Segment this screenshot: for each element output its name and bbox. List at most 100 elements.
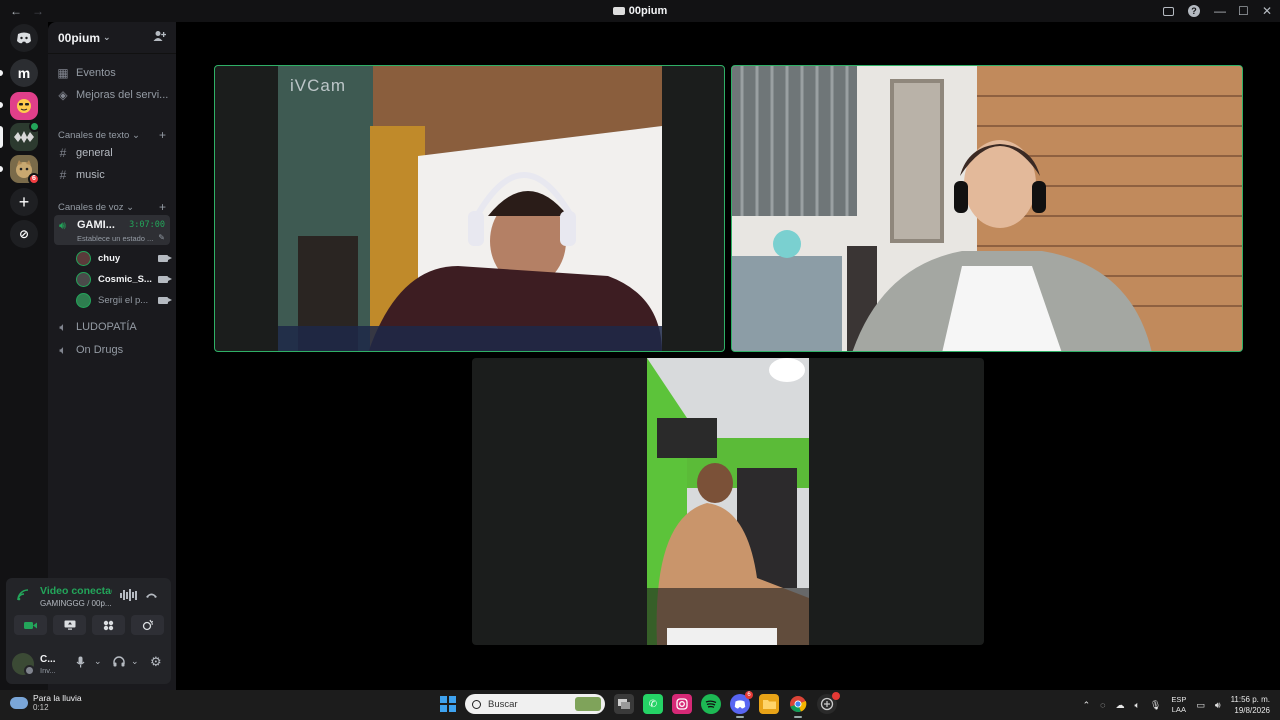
- server-name: 00pium: [58, 30, 101, 45]
- back-arrow-icon[interactable]: ←: [10, 4, 22, 18]
- unread-indicator: [0, 166, 3, 172]
- server-00pium[interactable]: [10, 121, 40, 151]
- channel-music[interactable]: # music: [56, 164, 172, 186]
- instagram-icon[interactable]: [672, 694, 692, 714]
- chevron-down-icon: ⌄: [103, 32, 111, 42]
- start-button[interactable]: [440, 696, 456, 712]
- inbox-icon[interactable]: [1163, 6, 1174, 16]
- chevron-down-icon[interactable]: ⌄: [94, 656, 102, 667]
- help-icon[interactable]: ?: [1188, 5, 1200, 17]
- search-placeholder: Buscar: [488, 698, 518, 710]
- camera-icon: [158, 254, 172, 262]
- tray-app-icon[interactable]: ◌: [1100, 700, 1105, 710]
- avatar: [76, 250, 91, 266]
- video-tile-3[interactable]: [472, 358, 984, 645]
- server-logo-icon: [14, 131, 34, 143]
- chevron-down-icon: ⌄: [131, 129, 140, 141]
- app-icon[interactable]: [817, 692, 840, 714]
- headphones-icon[interactable]: [113, 656, 125, 670]
- server-boosts-item[interactable]: ◈ Mejoras del servi...: [56, 84, 172, 106]
- taskbar-apps: Buscar ✆ 6: [440, 691, 840, 718]
- text-channels-category[interactable]: Canales de texto ⌄ +: [58, 128, 166, 142]
- invite-people-icon[interactable]: [153, 30, 167, 45]
- video-tile-2[interactable]: [731, 65, 1243, 352]
- weather-widget[interactable]: Para la lluvia 0:12: [10, 693, 82, 712]
- weather-time: 0:12: [33, 703, 49, 712]
- soundboard-icon: [142, 619, 153, 631]
- speaker-icon: 🔊︎: [59, 220, 66, 232]
- server-header[interactable]: 00pium ⌄: [48, 22, 176, 54]
- avatar: [76, 271, 91, 287]
- voice-user[interactable]: Cosmic_S...: [76, 269, 172, 289]
- chevron-up-icon[interactable]: ⌃: [1083, 700, 1091, 711]
- network-icon[interactable]: ▭: [1196, 700, 1205, 711]
- voice-user[interactable]: Sergii el p...: [76, 290, 172, 310]
- activities-button[interactable]: [92, 615, 125, 635]
- forward-arrow-icon[interactable]: →: [32, 4, 44, 18]
- voice-channels-category[interactable]: Canales de voz ⌄ +: [58, 200, 166, 214]
- add-channel-icon[interactable]: +: [159, 200, 166, 214]
- microphone-icon[interactable]: [76, 656, 85, 671]
- server-emoji[interactable]: [10, 92, 38, 120]
- share-screen-button[interactable]: [53, 615, 86, 635]
- chevron-down-icon[interactable]: ⌄: [131, 656, 139, 667]
- close-button[interactable]: ✕: [1262, 4, 1272, 18]
- voice-user[interactable]: chuy: [76, 248, 172, 268]
- channel-status: Establece un estado ...: [77, 234, 154, 243]
- unread-indicator: [0, 70, 3, 76]
- minimize-button[interactable]: —: [1214, 4, 1226, 18]
- channel-general[interactable]: # general: [56, 142, 172, 164]
- voice-status-title[interactable]: Video conectad: [40, 585, 112, 597]
- direct-messages-button[interactable]: [10, 24, 38, 52]
- add-server-button[interactable]: +: [10, 188, 38, 216]
- user-name[interactable]: C...: [40, 654, 56, 665]
- voice-channel-on-drugs[interactable]: 🔈︎ On Drugs: [56, 339, 172, 361]
- video-feed: [732, 66, 1242, 351]
- add-channel-icon[interactable]: +: [159, 128, 166, 142]
- task-view-icon[interactable]: [614, 694, 634, 714]
- gear-icon[interactable]: ⚙: [150, 654, 162, 670]
- hash-icon: #: [59, 146, 67, 160]
- connection-signal-icon[interactable]: [17, 589, 29, 604]
- events-item[interactable]: ▦ Eventos: [56, 62, 172, 84]
- voice-channel-gaming[interactable]: 🔊︎ GAMI... 3:07:00 Establece un estado .…: [54, 215, 170, 245]
- avatar[interactable]: [12, 653, 35, 676]
- voice-connection-panel: Video conectad GAMINGGG / 00p... C... In…: [6, 578, 171, 684]
- disconnect-icon[interactable]: [145, 588, 158, 602]
- discord-window: ← → 00pium ? — ☐ ✕ m 6 + ⊘ 00pium ⌄ ▦ Ev…: [0, 0, 1280, 720]
- volume-icon[interactable]: 🔈︎: [1135, 700, 1140, 711]
- discover-button[interactable]: ⊘: [10, 220, 38, 248]
- system-tray: ⌃ ◌ ☁ 🔈︎ 🎙︎ ESP LAA ▭ 🔊︎ 11:56 p. m. 19/…: [1083, 690, 1270, 720]
- hash-icon: #: [59, 168, 67, 182]
- file-explorer-icon[interactable]: [759, 694, 779, 714]
- taskbar-search[interactable]: Buscar: [465, 694, 605, 714]
- spotify-icon[interactable]: [701, 694, 721, 714]
- search-highlight-image: [575, 697, 601, 711]
- video-feed: iVCam: [278, 66, 662, 351]
- notification-badge: [832, 692, 840, 700]
- user-panel: C... Inv... ⌄ ⌄ ⚙: [12, 651, 165, 677]
- selected-indicator: [0, 126, 3, 148]
- edit-status-icon[interactable]: ✎: [158, 233, 165, 242]
- language-indicator[interactable]: ESP LAA: [1171, 695, 1186, 715]
- screen-share-icon: [64, 620, 75, 630]
- camera-button[interactable]: [14, 615, 47, 635]
- speaker-icon[interactable]: 🔊︎: [1215, 700, 1221, 711]
- call-timer: 3:07:00: [129, 220, 165, 230]
- whatsapp-icon[interactable]: ✆: [643, 694, 663, 714]
- clock[interactable]: 11:56 p. m. 19/8/2026: [1231, 694, 1270, 716]
- chrome-icon[interactable]: [788, 694, 808, 718]
- microphone-icon[interactable]: 🎙︎: [1150, 700, 1161, 711]
- server-cat[interactable]: 6: [10, 155, 40, 185]
- window-title: 00pium: [0, 5, 1280, 17]
- server-m[interactable]: m: [10, 59, 38, 87]
- noise-suppression-icon[interactable]: [120, 589, 137, 601]
- voice-channel-ludopatia[interactable]: 🔈︎ LUDOPATÍA: [56, 316, 172, 338]
- discord-icon[interactable]: 6: [730, 691, 753, 718]
- maximize-button[interactable]: ☐: [1238, 4, 1249, 18]
- title-bar: ← → 00pium ? — ☐ ✕: [0, 0, 1280, 22]
- voice-status-channel[interactable]: GAMINGGG / 00p...: [40, 599, 112, 608]
- soundboard-button[interactable]: [131, 615, 164, 635]
- onedrive-icon[interactable]: ☁: [1116, 700, 1125, 711]
- video-tile-1[interactable]: iVCam: [214, 65, 725, 352]
